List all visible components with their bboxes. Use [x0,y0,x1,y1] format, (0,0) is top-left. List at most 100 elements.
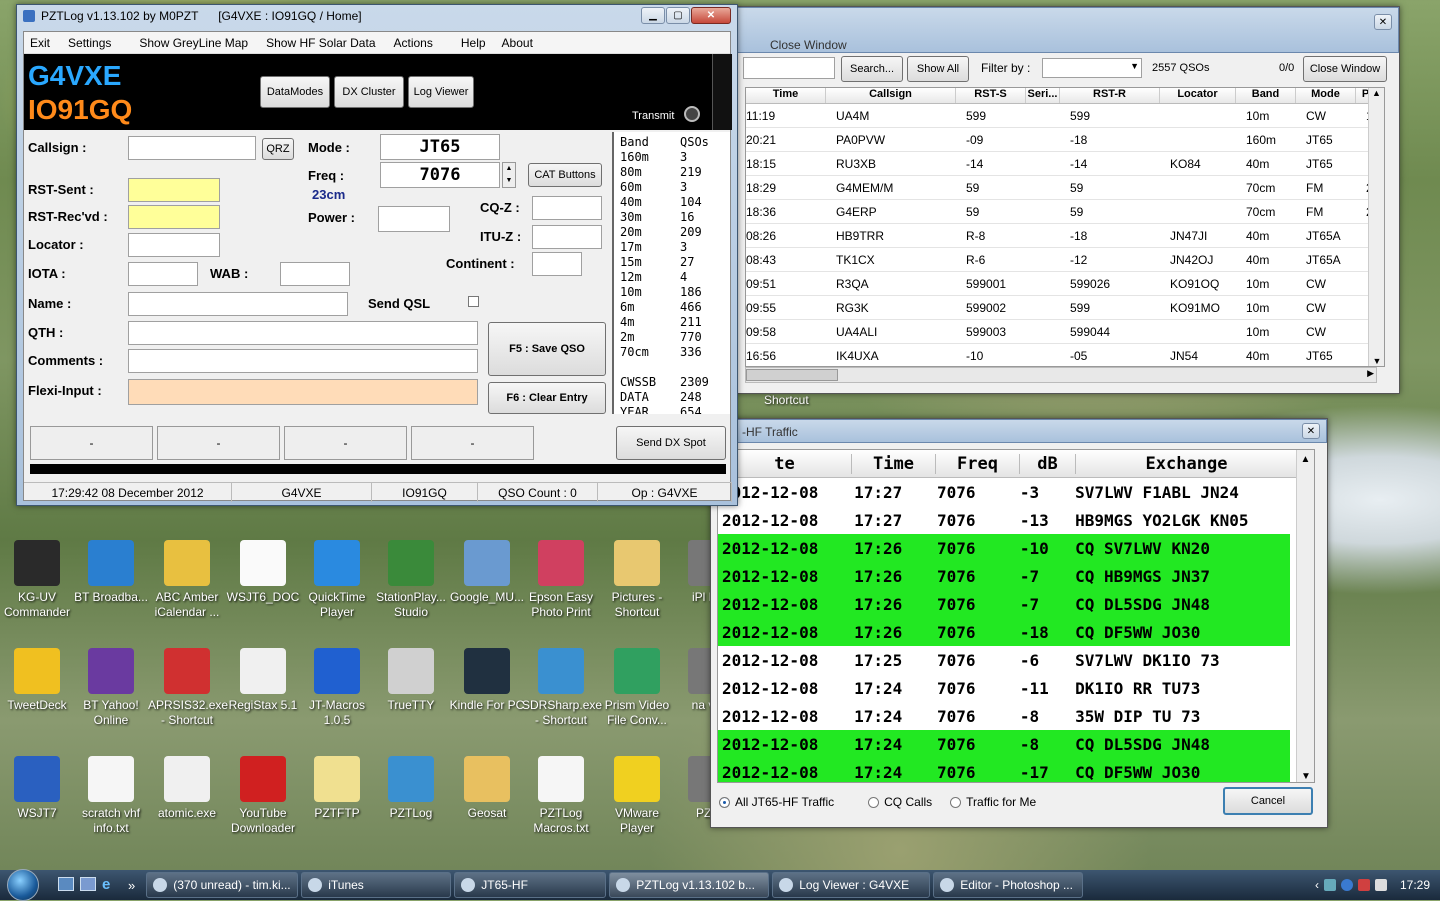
taskbar-item[interactable]: Log Viewer : G4VXE [772,872,931,898]
traffic-row[interactable]: 2012-12-08 17:26 7076 -7 CQ DL5SDG JN48 [718,590,1290,618]
bluetooth-icon[interactable] [1340,879,1353,891]
name-input[interactable] [128,292,348,316]
freq-input[interactable]: 7076 [380,162,500,188]
desktop-icon[interactable]: WSJT6_DOC [224,540,302,605]
traffic-column-header[interactable]: dB [1020,453,1076,474]
flexi-input[interactable] [128,379,478,405]
cq-zone-input[interactable] [532,196,602,220]
traffic-row[interactable]: 2012-12-08 17:24 7076 -8 CQ DL5SDG JN48 [718,730,1290,758]
close-window-button[interactable]: Close Window [1303,56,1387,82]
desktop-icon[interactable]: JT-Macros 1.0.5 [298,648,376,728]
show-all-button[interactable]: Show All [907,56,969,82]
dx-cluster-button[interactable]: DX Cluster [334,76,404,108]
traffic-radio-0[interactable]: All JT65-HF Traffic [719,795,834,809]
taskbar-item[interactable]: (370 unread) - tim.ki... [146,872,299,898]
desktop-icon[interactable]: APRSIS32.exe - Shortcut [148,648,228,728]
qth-input[interactable] [128,321,478,345]
desktop-icon[interactable]: Google_MU... [448,540,526,605]
log-column-header[interactable]: RST-S [956,88,1026,103]
log-column-header[interactable]: Band [1236,88,1296,103]
radio-icon[interactable] [719,796,730,808]
log-row[interactable]: 18:29G4MEM/M595970cmFM25 [746,176,1384,200]
desktop-icon[interactable]: PZTLog Macros.txt [522,756,600,836]
locator-input[interactable] [128,233,220,257]
desktop-icon[interactable]: TrueTTY [372,648,450,713]
log-row[interactable]: 20:21 PA0PVW -09 -18 160m JT65 [746,128,1384,152]
horizontal-scroll-thumb[interactable] [746,369,838,381]
minimize-icon[interactable]: ▁ [641,7,665,24]
radio-icon[interactable] [868,796,880,808]
power-input[interactable] [378,206,450,232]
datamodes-button[interactable]: DataModes [260,76,330,108]
menu-item-show-greyline-map[interactable]: Show GreyLine Map [139,36,248,50]
desktop-icon[interactable]: Kindle For PC [448,648,526,713]
close-icon[interactable]: ✕ [1374,14,1392,30]
taskbar-item[interactable]: Editor - Photoshop ... [933,872,1084,898]
rst-sent-input[interactable] [128,178,220,202]
log-scrollbar[interactable]: ▲ ▼ [1368,88,1384,366]
desktop-icon[interactable]: RegiStax 5.1 [224,648,302,713]
radio-icon[interactable] [950,796,962,808]
log-row[interactable]: 18:15 RU3XB -14 -14 KO84 40m JT65 [746,152,1384,176]
desktop-icon[interactable]: SDRSharp.exe - Shortcut [522,648,602,728]
freq-spinner[interactable]: ▲ ▼ [502,162,516,188]
menu-item-show-hf-solar-data[interactable]: Show HF Solar Data [266,36,375,50]
desktop-icon[interactable]: YouTube Downloader [224,756,302,836]
desktop-icon[interactable]: TweetDeck [0,648,76,713]
desktop-icon[interactable]: Epson Easy Photo Print [522,540,600,620]
search-button[interactable]: Search... [841,56,903,82]
traffic-row[interactable]: 2012-12-08 17:26 7076 -10 CQ SV7LWV KN20 [718,534,1290,562]
horizontal-scrollbar[interactable]: ▶ [745,367,1377,383]
log-row[interactable]: 16:56 IK4UXA -10 -05 JN54 40m JT65 [746,344,1384,366]
log-row[interactable]: 18:36G4ERP595970cmFM25 [746,200,1384,224]
taskbar-item[interactable]: iTunes [301,872,452,898]
chevron-down-icon[interactable]: ▼ [1130,61,1139,71]
wab-input[interactable] [280,262,350,286]
traffic-row[interactable]: 2012-12-08 17:26 7076 -7 CQ HB9MGS JN37 [718,562,1290,590]
desktop-icon[interactable]: PZTFTP [298,756,376,821]
desktop-icon[interactable]: VMware Player [598,756,676,836]
desktop-icon[interactable]: StationPlay... Studio [372,540,450,620]
traffic-row[interactable]: 2012-12-08 17:25 7076 -6 SV7LWV DK1IO 73 [718,646,1290,674]
cat-buttons-button[interactable]: CAT Buttons [528,163,602,187]
menu-item-about[interactable]: About [502,36,533,50]
pztlog-titlebar[interactable]: PZTLog v1.13.102 by M0PZT [G4VXE : IO91G… [17,5,737,27]
desktop-icon[interactable]: PZTLog [372,756,450,821]
internet-explorer-icon[interactable]: e [102,877,118,893]
clock[interactable]: 17:29 [1400,878,1430,892]
log-row[interactable]: 11:19UA4M59959910mCW10( [746,104,1384,128]
callsign-input[interactable] [128,136,256,160]
quick-launch-expand-icon[interactable]: » [128,878,135,893]
desktop-icon[interactable]: ABC Amber iCalendar ... [148,540,226,620]
mode-input[interactable]: JT65 [380,134,500,160]
search-input[interactable] [743,57,835,79]
itu-zone-input[interactable] [532,225,602,249]
network-icon[interactable] [1323,879,1336,891]
traffic-radio-2[interactable]: Traffic for Me [950,795,1036,809]
continent-input[interactable] [532,252,582,276]
security-icon[interactable] [1357,879,1370,891]
log-column-header[interactable]: Mode [1296,88,1356,103]
desktop-icon[interactable]: BT Broadba... [72,540,150,605]
taskbar-item[interactable]: JT65-HF [454,872,607,898]
traffic-column-header[interactable]: Freq [936,453,1020,474]
menu-item-exit[interactable]: Exit [30,36,50,50]
traffic-row[interactable]: 2012-12-08 17:24 7076 -11 DK1IO RR TU73 [718,674,1290,702]
menu-item-help[interactable]: Help [461,36,486,50]
scroll-down-icon[interactable]: ▼ [1297,771,1314,782]
close-icon[interactable]: ✕ [691,7,731,24]
filter-select[interactable]: ▼ [1042,58,1142,78]
scroll-up-icon[interactable]: ▲ [1369,88,1384,98]
desktop-icon[interactable]: KG-UV Commander [0,540,76,620]
traffic-column-header[interactable]: Exchange [1076,453,1298,474]
cancel-button[interactable]: Cancel [1223,787,1313,815]
rst-recvd-input[interactable] [128,205,220,229]
log-column-header[interactable]: Seri... [1026,88,1060,103]
desktop-icon[interactable]: atomic.exe [148,756,226,821]
traffic-column-header[interactable]: Time [852,453,936,474]
log-column-header[interactable]: Callsign [826,88,956,103]
log-column-header[interactable]: RST-R [1060,88,1160,103]
log-row[interactable]: 09:51 R3QA 599001 599026 KO91OQ 10m CW [746,272,1384,296]
traffic-row[interactable]: 2012-12-08 17:26 7076 -18 CQ DF5WW JO30 [718,618,1290,646]
volume-icon[interactable] [1374,879,1387,891]
